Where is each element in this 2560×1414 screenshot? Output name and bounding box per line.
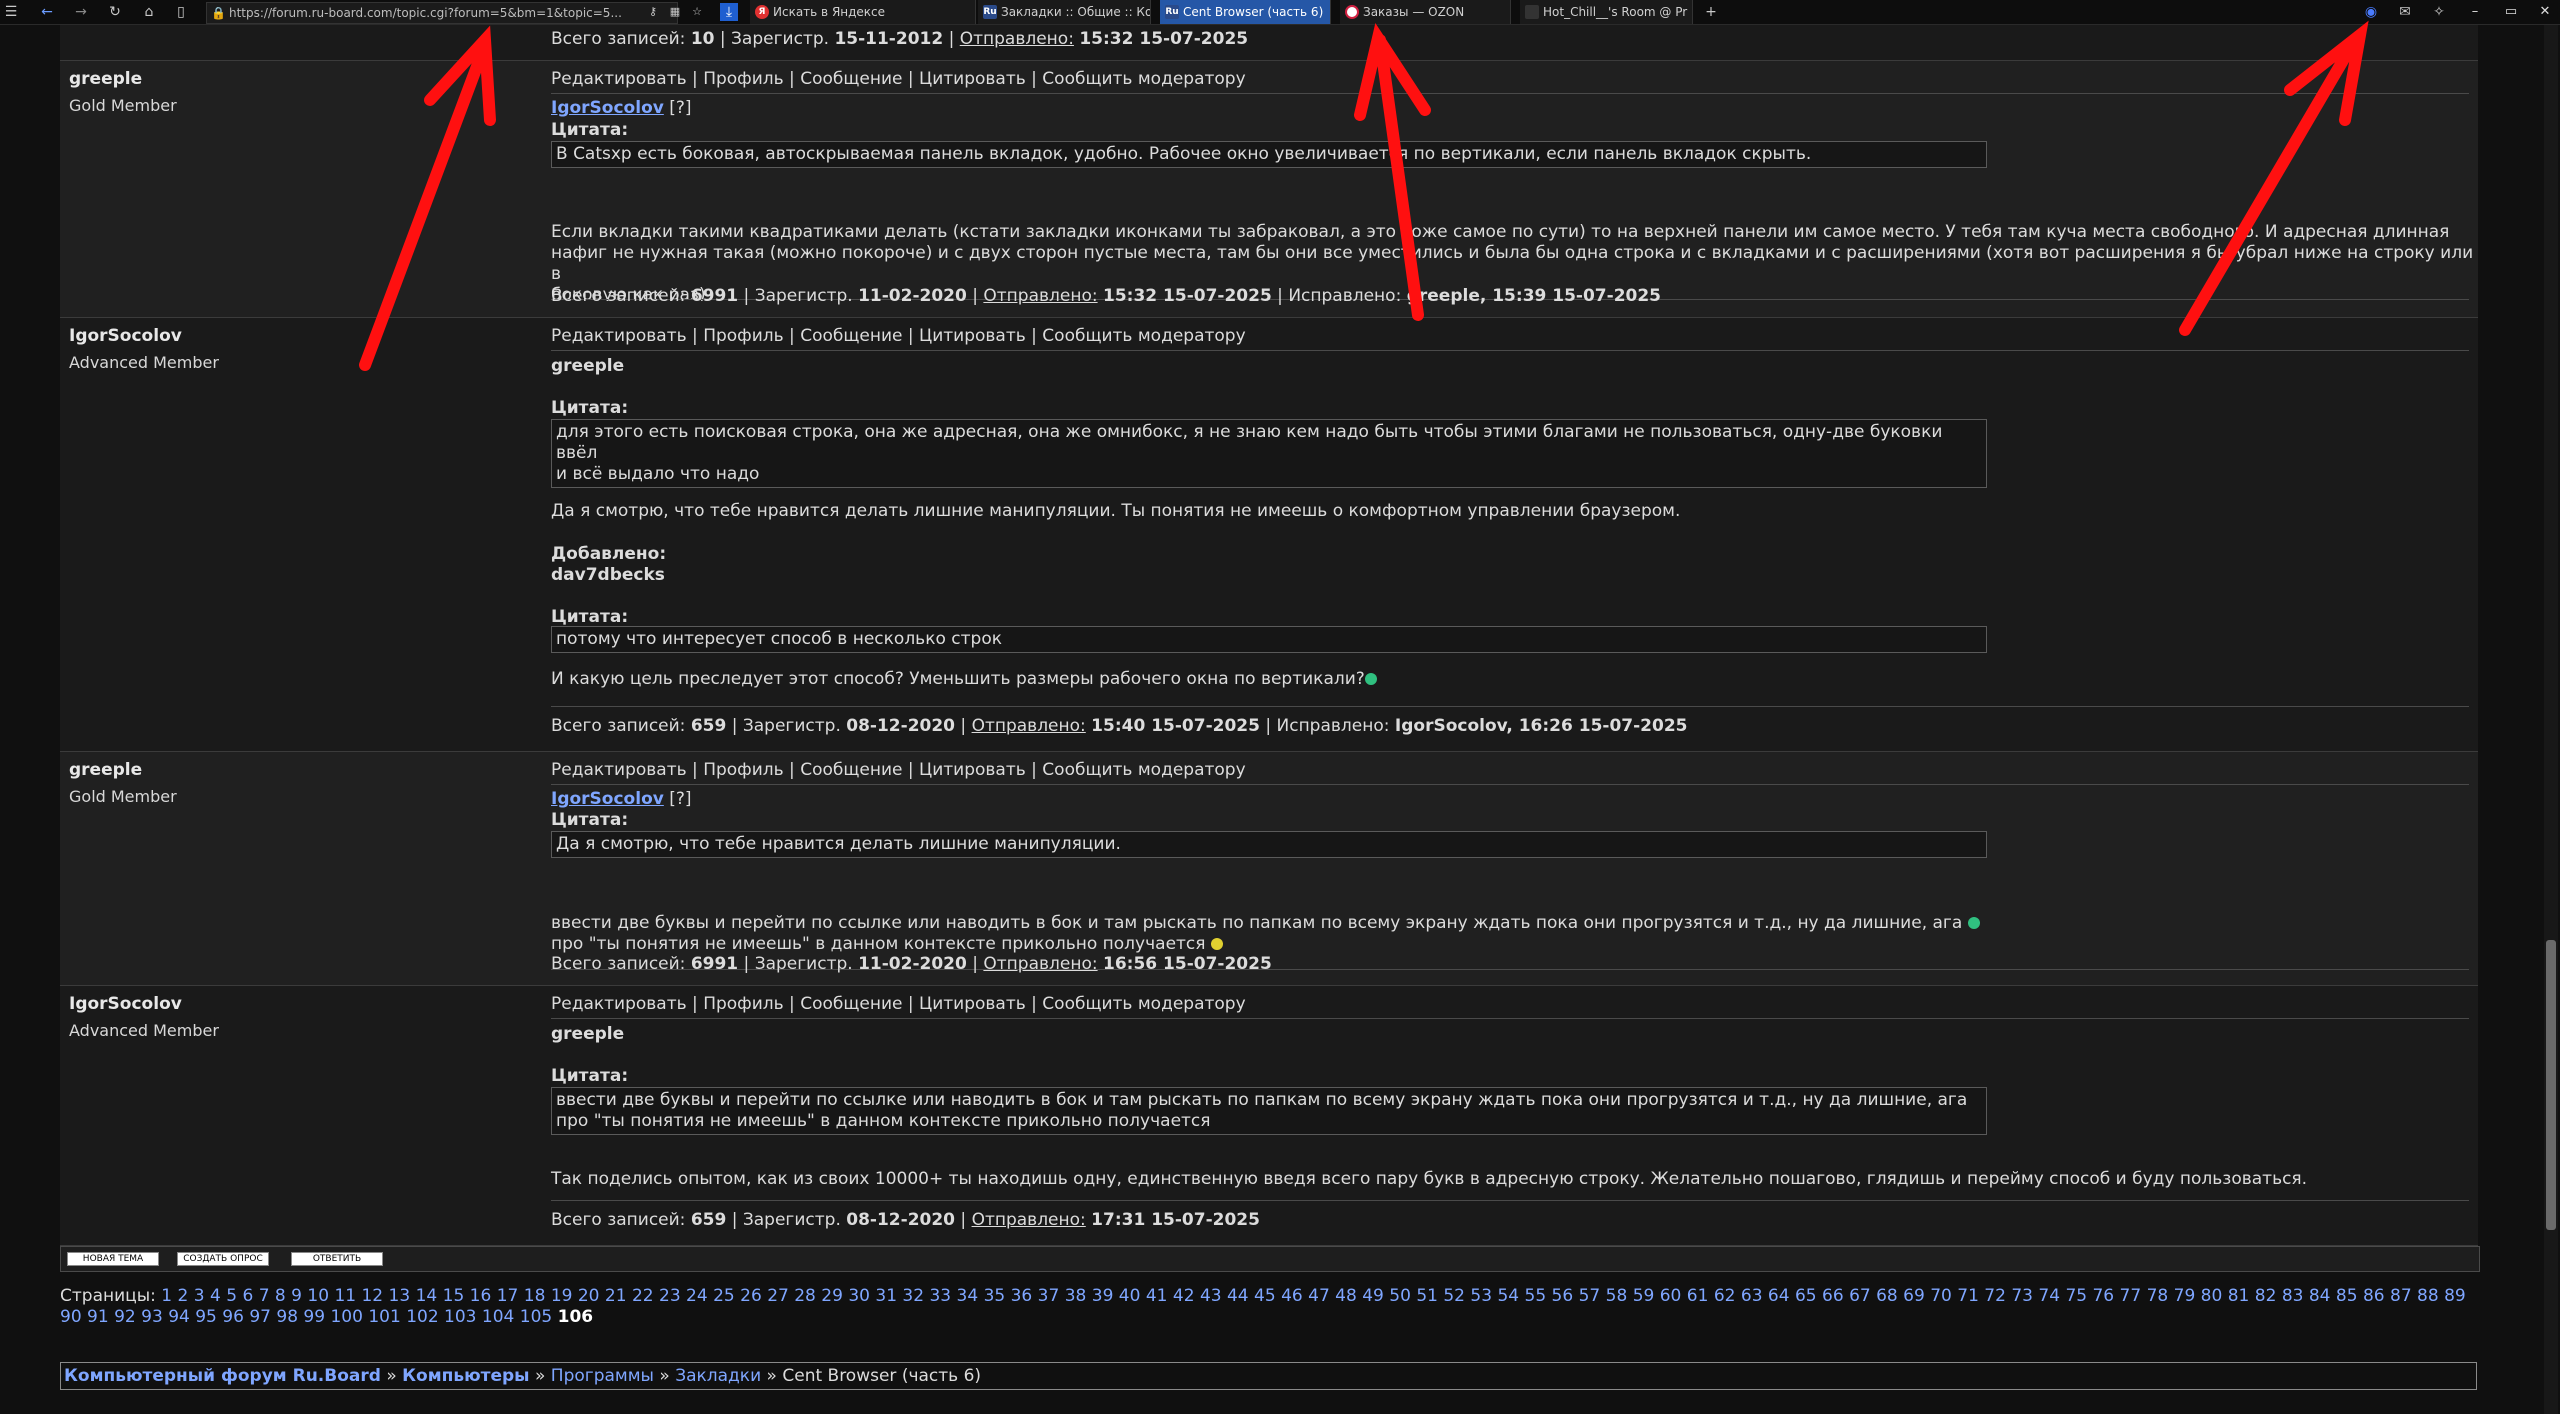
arrow-tab xyxy=(1354,22,1431,321)
arrow-extensions xyxy=(2179,20,2369,336)
arrow-address xyxy=(359,25,496,371)
annotation-arrows xyxy=(359,20,2369,371)
